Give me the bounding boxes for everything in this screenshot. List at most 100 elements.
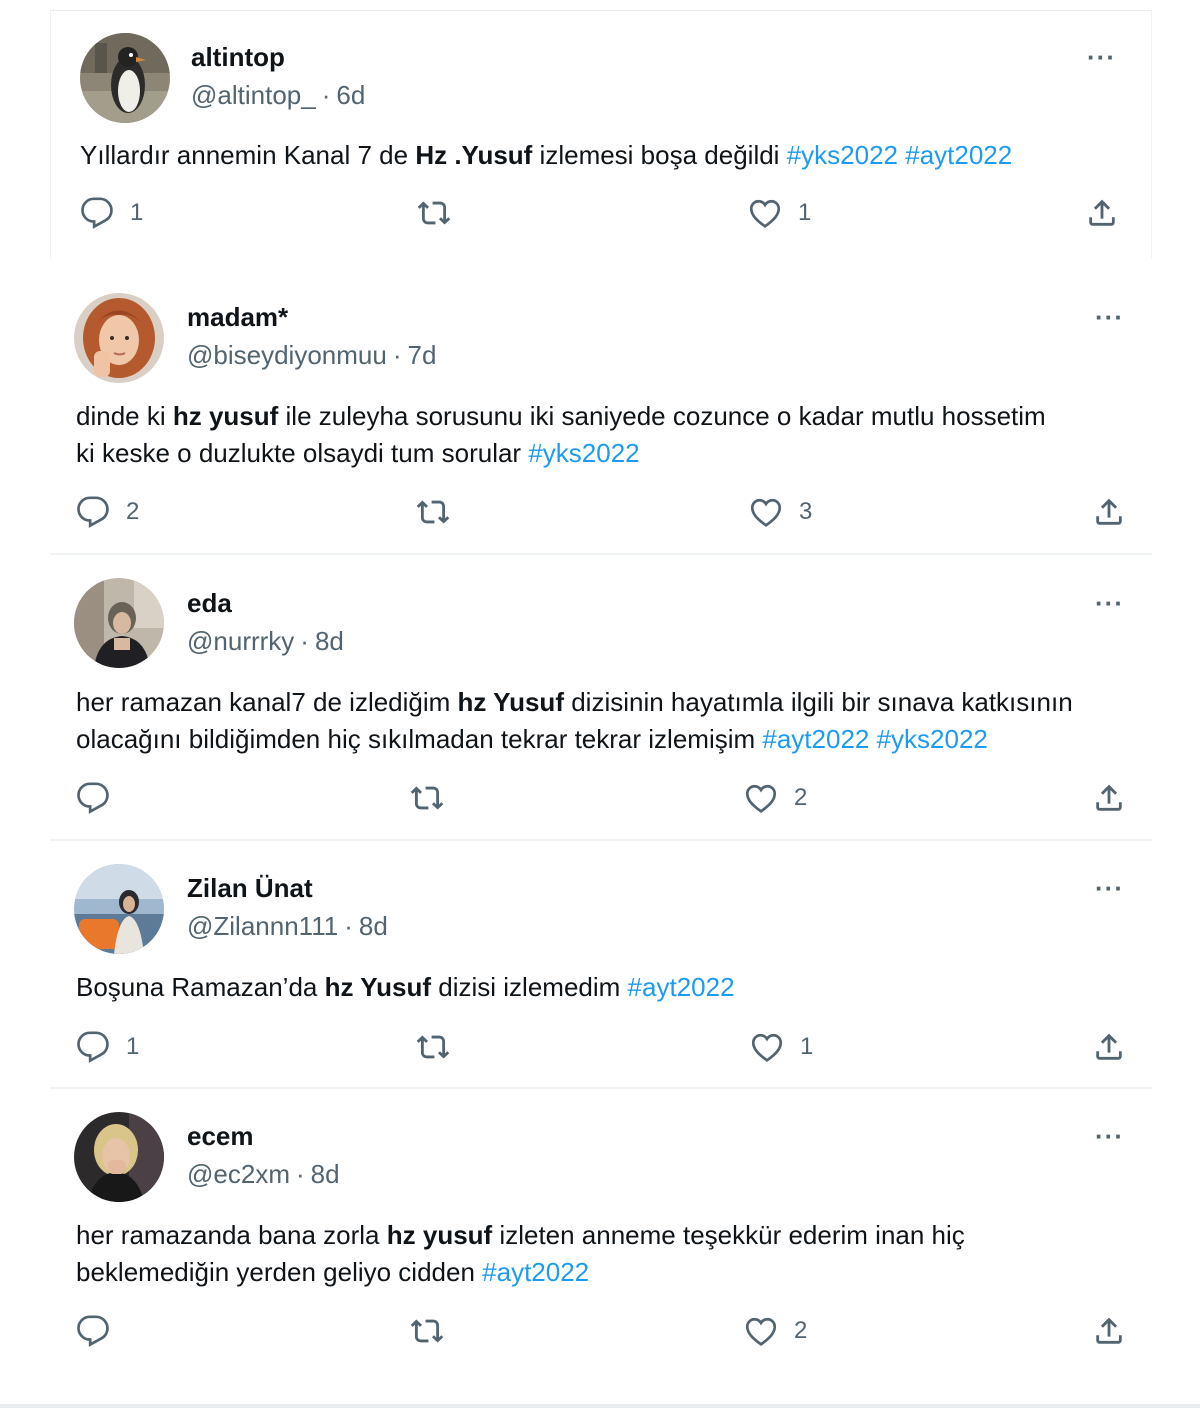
more-options-icon[interactable]: ··· [1095, 588, 1124, 619]
timestamp[interactable]: 8d [315, 626, 344, 656]
avatar[interactable] [74, 578, 164, 668]
share-upload-icon [1089, 199, 1115, 226]
separator-dot: · [300, 626, 309, 656]
handle-and-time[interactable]: @biseydiyonmuu · 7d [187, 340, 436, 371]
tweet-text-segment: izlemesi boşa değildi [532, 140, 787, 170]
like-count: 2 [794, 1317, 808, 1344]
display-name[interactable]: Zilan Ünat [187, 873, 313, 904]
divider [0, 1404, 1200, 1408]
separator-dot: · [295, 1159, 305, 1189]
reply-bubble-icon [77, 496, 109, 528]
timestamp[interactable]: 8d [359, 911, 388, 941]
reply-button[interactable]: 2 [76, 495, 139, 529]
like-count: 2 [794, 784, 808, 811]
more-options-icon[interactable]: ··· [1095, 873, 1124, 904]
reply-button[interactable]: 1 [80, 196, 143, 230]
reply-button[interactable]: 1 [76, 1030, 139, 1064]
tweet-text: Boşuna Ramazan’da hz Yusuf dizisi izleme… [76, 969, 735, 1006]
handle[interactable]: @nurrrky [187, 626, 294, 656]
reply-button[interactable] [76, 781, 126, 815]
handle-and-time[interactable]: @Zilannn111 · 8d [187, 911, 388, 942]
separator-dot: · [321, 80, 331, 110]
retweet-icon [417, 201, 451, 225]
avatar[interactable] [80, 33, 170, 123]
more-options-icon[interactable]: ··· [1087, 42, 1116, 73]
share-button[interactable] [1092, 495, 1126, 529]
avatar-photo-image [74, 578, 164, 668]
avatar[interactable] [74, 864, 164, 954]
like-button[interactable]: 1 [748, 196, 811, 230]
reply-button[interactable] [76, 1314, 126, 1348]
tweet-text: dinde ki hz yusuf ile zuleyha sorusunu i… [76, 398, 1046, 472]
more-options-icon[interactable]: ··· [1095, 1121, 1124, 1152]
tweet-text-line: beklemediğin yerden geliyo cidden #ayt20… [76, 1254, 965, 1291]
tweet-text-line: dinde ki hz yusuf ile zuleyha sorusunu i… [76, 398, 1046, 435]
hashtag-link[interactable]: #ayt2022 [628, 972, 735, 1002]
avatar-redhead-image [74, 293, 164, 383]
like-button[interactable]: 2 [744, 1314, 807, 1348]
timestamp[interactable]: 6d [336, 80, 365, 110]
handle-and-time[interactable]: @nurrrky · 8d [187, 626, 344, 657]
tweet-text-segment: ile zuleyha sorusunu iki saniyede cozunc… [278, 401, 1046, 431]
hashtag-link[interactable]: #ayt2022 [482, 1257, 589, 1287]
display-name[interactable]: eda [187, 588, 232, 619]
tweet-text-line: olacağını bildiğimden hiç sıkılmadan tek… [76, 721, 1073, 758]
share-button[interactable] [1092, 1314, 1126, 1348]
avatar[interactable] [74, 1112, 164, 1202]
handle[interactable]: @ec2xm [187, 1159, 290, 1189]
like-button[interactable]: 1 [750, 1030, 813, 1064]
display-name[interactable]: ecem [187, 1121, 254, 1152]
tweet-text-segment: Boşuna Ramazan’da [76, 972, 325, 1002]
share-upload-icon [1096, 784, 1122, 811]
hashtag-link[interactable]: #yks2022 [528, 438, 639, 468]
hashtag-link[interactable]: #yks2022 [877, 724, 988, 754]
heart-icon [745, 1317, 777, 1346]
timestamp[interactable]: 8d [311, 1159, 340, 1189]
tweet-text-segment: dinde ki [76, 401, 173, 431]
share-button[interactable] [1092, 781, 1126, 815]
tweet-text-segment: her ramazanda bana zorla [76, 1220, 387, 1250]
handle-and-time[interactable]: @altintop_ · 6d [191, 80, 365, 111]
like-count: 3 [799, 498, 813, 525]
reply-bubble-icon [81, 197, 113, 229]
tweet-text: Yıllardır annemin Kanal 7 de Hz .Yusuf i… [80, 137, 1012, 174]
avatar-photo-image [74, 1112, 164, 1202]
tweet-text-segment: Yıllardır annemin Kanal 7 de [80, 140, 416, 170]
separator-dot: · [392, 340, 402, 370]
handle-and-time[interactable]: @ec2xm · 8d [187, 1159, 340, 1190]
display-name[interactable]: altintop [191, 42, 285, 73]
hashtag-link[interactable]: #ayt2022 [905, 140, 1012, 170]
retweet-icon [410, 786, 444, 810]
retweet-icon [416, 1035, 450, 1059]
reply-bubble-icon [77, 782, 109, 814]
reply-count: 2 [126, 498, 140, 525]
avatar[interactable] [74, 293, 164, 383]
handle[interactable]: @Zilannn111 [187, 911, 338, 941]
handle[interactable]: @biseydiyonmuu [187, 340, 387, 370]
retweet-button[interactable] [410, 781, 460, 815]
like-button[interactable]: 3 [749, 495, 812, 529]
more-options-icon[interactable]: ··· [1095, 302, 1124, 333]
divider [50, 1087, 1152, 1089]
tweet-text-segment: her ramazan kanal7 de izlediğim [76, 687, 458, 717]
heart-icon [749, 199, 781, 228]
hashtag-link[interactable]: #yks2022 [787, 140, 898, 170]
retweet-button[interactable] [416, 1030, 466, 1064]
tweet-text-line: ki keske o duzlukte olsaydi tum sorular … [76, 435, 1046, 472]
retweet-button[interactable] [416, 495, 466, 529]
like-count: 1 [798, 199, 812, 226]
hashtag-link[interactable]: #ayt2022 [762, 724, 869, 754]
share-upload-icon [1096, 498, 1122, 525]
tweet-text-segment: izleten anneme teşekkür ederim inan hiç [492, 1220, 965, 1250]
retweet-button[interactable] [417, 196, 467, 230]
handle[interactable]: @altintop_ [191, 80, 316, 110]
timestamp[interactable]: 7d [408, 340, 437, 370]
tweet-text-segment: olacağını bildiğimden hiç sıkılmadan tek… [76, 724, 763, 754]
tweet-text-segment: dizisinin hayatımla ilgili bir sınava ka… [563, 687, 1073, 717]
share-button[interactable] [1085, 196, 1119, 230]
like-button[interactable]: 2 [744, 781, 807, 815]
share-button[interactable] [1092, 1030, 1126, 1064]
retweet-icon [416, 500, 450, 524]
display-name[interactable]: madam* [187, 302, 288, 333]
retweet-button[interactable] [410, 1314, 460, 1348]
